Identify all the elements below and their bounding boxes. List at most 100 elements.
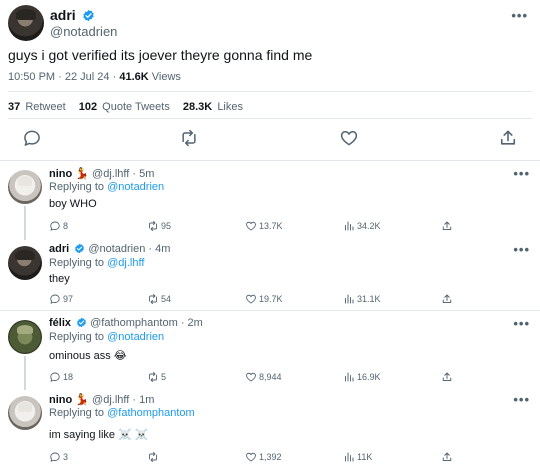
like-icon	[245, 293, 257, 305]
reply-header: nino 💃 @dj.lhff · 5m	[49, 167, 154, 180]
replying-label: Replying to	[49, 257, 105, 269]
retweet-icon	[147, 220, 159, 232]
retweet-action[interactable]	[147, 451, 161, 463]
like-icon[interactable]	[339, 128, 359, 148]
views-icon	[343, 371, 355, 383]
like-action[interactable]: 13.7K	[245, 220, 283, 232]
reply-action[interactable]: 8	[49, 220, 68, 232]
author-handle[interactable]: @dj.lhff	[92, 168, 129, 180]
retweets-stat[interactable]: 37 Retweet	[8, 101, 66, 113]
reply-text: im saying like ☠️ ☠️	[49, 429, 149, 441]
views-count: 16.9K	[357, 372, 381, 382]
tweet-time[interactable]: 10:50 PM	[8, 71, 55, 83]
share-action[interactable]	[441, 220, 453, 232]
likes-stat[interactable]: 28.3K Likes	[183, 101, 243, 113]
author-handle[interactable]: @dj.lhff	[92, 394, 129, 406]
more-icon[interactable]: •••	[513, 242, 530, 257]
author-handle[interactable]: @fathomphantom	[90, 317, 178, 329]
like-icon	[245, 451, 257, 463]
reply-action[interactable]: 18	[49, 371, 73, 383]
reply-action[interactable]: 3	[49, 451, 68, 463]
views-action[interactable]: 16.9K	[343, 371, 381, 383]
views-label: Views	[151, 71, 181, 83]
meta-separator: ·	[112, 71, 117, 83]
author-name[interactable]: adri	[50, 7, 76, 23]
retweet-action[interactable]: 95	[147, 220, 171, 232]
share-icon	[441, 371, 453, 383]
replying-to-link[interactable]: @notadrien	[107, 331, 164, 343]
reply-actions: 18 5 8,944 16.9K	[49, 371, 469, 385]
reply-icon	[49, 220, 61, 232]
retweet-action[interactable]: 54	[147, 293, 171, 305]
like-count: 13.7K	[259, 221, 283, 231]
share-icon	[441, 220, 453, 232]
views-action[interactable]: 11K	[343, 451, 372, 463]
reply-header: félix @fathomphantom · 2m	[49, 317, 203, 329]
views-action[interactable]: 31.1K	[343, 293, 381, 305]
replying-label: Replying to	[49, 331, 105, 343]
author-name[interactable]: félix	[49, 317, 71, 329]
quotes-stat[interactable]: 102 Quote Tweets	[79, 101, 170, 113]
reply-tweet[interactable]: nino 💃 @dj.lhff · 1m ••• Replying to @fa…	[0, 390, 540, 468]
share-action[interactable]	[441, 371, 453, 383]
reply-time[interactable]: 4m	[155, 243, 170, 255]
more-icon[interactable]: •••	[513, 392, 530, 407]
avatar[interactable]	[8, 246, 42, 280]
share-icon[interactable]	[498, 128, 518, 148]
author-name[interactable]: nino 💃	[49, 168, 89, 180]
avatar[interactable]	[8, 396, 42, 430]
verified-icon	[82, 9, 95, 22]
avatar[interactable]	[8, 170, 42, 204]
retweet-icon[interactable]	[179, 128, 199, 148]
reply-count: 97	[63, 294, 74, 304]
reply-icon	[49, 293, 61, 305]
more-icon[interactable]: •••	[513, 316, 530, 331]
more-icon[interactable]: •••	[511, 8, 528, 23]
avatar[interactable]	[8, 320, 42, 354]
reply-time[interactable]: 5m	[139, 168, 154, 180]
reply-actions: 97 54 19.7K 31.1K	[49, 293, 469, 307]
author-name[interactable]: adri	[49, 243, 69, 255]
views-action[interactable]: 34.2K	[343, 220, 381, 232]
retweet-icon	[147, 371, 159, 383]
replying-to-link[interactable]: @notadrien	[107, 181, 164, 193]
like-action[interactable]: 19.7K	[245, 293, 283, 305]
replying-to-link[interactable]: @fathomphantom	[107, 407, 195, 419]
share-action[interactable]	[441, 451, 453, 463]
retweet-action[interactable]: 5	[147, 371, 166, 383]
reply-icon[interactable]	[22, 128, 42, 148]
divider	[8, 118, 532, 119]
reply-actions: 3 1,392 11K	[49, 451, 469, 465]
reply-text: boy WHO	[49, 198, 97, 210]
reply-count: 8	[63, 221, 69, 231]
action-bar	[0, 128, 540, 150]
author-name[interactable]: nino 💃	[49, 394, 89, 406]
reply-time[interactable]: 2m	[188, 317, 203, 329]
quotes-count: 102	[78, 101, 98, 113]
tweet-date[interactable]: 22 Jul 24	[65, 71, 110, 83]
author-handle[interactable]: @notadrien	[50, 24, 117, 39]
views-count: 31.1K	[357, 294, 381, 304]
reply-action[interactable]: 97	[49, 293, 73, 305]
reply-tweet[interactable]: nino 💃 @dj.lhff · 5m ••• Replying to @no…	[0, 164, 540, 240]
dot-separator: ·	[148, 243, 153, 255]
thread-line	[24, 356, 26, 390]
reply-time[interactable]: 1m	[139, 394, 154, 406]
reply-text: they	[49, 273, 70, 285]
like-action[interactable]: 8,944	[245, 371, 282, 383]
replying-to-link[interactable]: @dj.lhff	[107, 257, 144, 269]
reply-count: 18	[63, 372, 74, 382]
share-icon	[441, 293, 453, 305]
reply-tweet[interactable]: félix @fathomphantom · 2m ••• Replying t…	[0, 314, 540, 390]
replying-to: Replying to @notadrien	[49, 331, 164, 343]
reply-count: 3	[63, 452, 69, 462]
avatar[interactable]	[8, 5, 44, 41]
replying-label: Replying to	[49, 407, 105, 419]
share-action[interactable]	[441, 293, 453, 305]
like-action[interactable]: 1,392	[245, 451, 282, 463]
more-icon[interactable]: •••	[513, 166, 530, 181]
reply-tweet[interactable]: adri @notadrien · 4m ••• Replying to @dj…	[0, 240, 540, 310]
author-handle[interactable]: @notadrien	[88, 243, 145, 255]
like-count: 19.7K	[259, 294, 283, 304]
reply-header: nino 💃 @dj.lhff · 1m	[49, 393, 154, 406]
